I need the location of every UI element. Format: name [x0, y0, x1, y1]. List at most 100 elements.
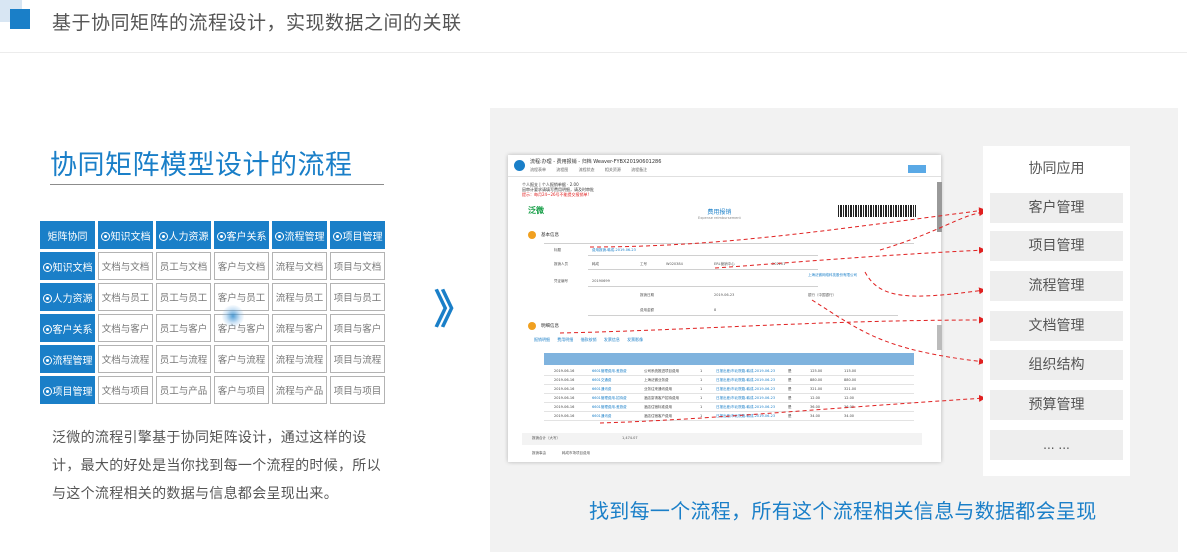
brand-logo: 泛微 [528, 206, 544, 215]
matrix-header-row: 矩阵协同 知识文档 人力资源 客户关系 流程管理 项目管理 [40, 221, 385, 249]
matrix-cell: 文档与流程 [98, 345, 153, 373]
matrix-row: 知识文档 文档与文档 员工与文档 客户与文档 流程与文档 项目与文档 [40, 252, 385, 280]
matrix-cell: 员工与文档 [156, 252, 211, 280]
section-badge-icon [528, 322, 536, 330]
matrix-row-header: 知识文档 [40, 252, 95, 280]
circle-bullet-icon [158, 231, 168, 241]
field-title-value[interactable]: 费用报销-韩成-2019-06-23 [592, 248, 636, 253]
warning-text: 提示：每月24~26号不能提交报销单! [522, 192, 590, 197]
matrix-cell: 项目与流程 [330, 345, 385, 373]
matrix-cell: 文档与员工 [98, 283, 153, 311]
matrix-cell: 文档与项目 [98, 376, 153, 404]
table-row[interactable]: 2019-06-16 6601通讯费 酒店住宿客户费用 1 日报出差/市北院路-… [544, 412, 914, 421]
circle-bullet-icon [42, 386, 52, 396]
apps-title: 协同应用 [1028, 161, 1085, 177]
description-text: 泛微的流程引擎基于协同矩阵设计，通过这样的设计，最大的好处是当你找到每一个流程的… [52, 430, 381, 502]
matrix-cell: 项目与文档 [330, 252, 385, 280]
detail-subtab[interactable]: 报销明细 [534, 337, 550, 342]
matrix-cell: 客户与流程 [214, 345, 269, 373]
table-row[interactable]: 2019-06-16 6601管理费用-差旅费 酒店住宿标准费用 1 日报出差/… [544, 403, 914, 412]
form-tab[interactable]: 流程表单 [530, 167, 546, 172]
circle-bullet-icon [42, 293, 52, 303]
matrix-cell: 员工与流程 [156, 345, 211, 373]
matrix-cell: 客户与文档 [214, 252, 269, 280]
matrix-col-header: 知识文档 [98, 221, 153, 249]
form-tab[interactable]: 流程备注 [631, 167, 647, 172]
form-scrollbar-thumb[interactable] [937, 182, 942, 232]
detail-subtab[interactable]: 发票信息 [604, 337, 620, 342]
section-title: 协同矩阵模型设计的流程 [50, 150, 353, 181]
matrix-cell: 员工与员工 [156, 283, 211, 311]
submit-button[interactable] [908, 165, 926, 173]
document-title: 费用报销 Expense reimbursement [698, 209, 741, 220]
matrix-row-header: 人力资源 [40, 283, 95, 311]
remark-row: 报销事由 韩成市场项目费用 [522, 448, 922, 460]
circle-bullet-icon [42, 262, 52, 272]
form-scrollbar-thumb[interactable] [937, 325, 942, 350]
app-project-management[interactable]: 项目管理 [990, 231, 1123, 261]
matrix-row: 客户关系 文档与客户 员工与客户 客户与客户 流程与客户 项目与客户 [40, 314, 385, 342]
matrix-row-header: 客户关系 [40, 314, 95, 342]
matrix-row: 项目管理 文档与项目 员工与产品 客户与项目 流程与产品 项目与项目 [40, 376, 385, 404]
matrix-cell: 文档与客户 [98, 314, 153, 342]
app-customer-management[interactable]: 客户管理 [990, 193, 1123, 223]
form-divider [544, 243, 914, 244]
workflow-form-screenshot: 流程:办理 - 费用报销 - 归档 Weaver-FYBX20190601286… [508, 155, 941, 462]
section-basic-info: 基本信息 [541, 233, 559, 238]
circle-bullet-icon [42, 355, 52, 365]
double-chevron-right-icon: 》 [434, 287, 474, 333]
barcode [838, 205, 916, 217]
app-more[interactable]: ... ... [990, 430, 1123, 460]
matrix-cell: 客户与客户 [214, 314, 269, 342]
form-window-title: 流程:办理 - 费用报销 - 归档 Weaver-FYBX20190601286 [530, 159, 662, 165]
app-organization-structure[interactable]: 组织结构 [990, 350, 1123, 380]
matrix-row-header: 项目管理 [40, 376, 95, 404]
page-title: 基于协同矩阵的流程设计，实现数据之间的关联 [52, 12, 462, 34]
circle-bullet-icon [274, 231, 284, 241]
detail-subtabs: 报销明细 费用明细 借款核销 发票信息 发票影像 [534, 337, 649, 343]
circle-bullet-icon [42, 324, 52, 334]
section-title-underline [50, 184, 384, 185]
matrix-cell: 员工与客户 [156, 314, 211, 342]
circle-bullet-icon [332, 231, 342, 241]
circle-bullet-icon [216, 231, 226, 241]
matrix-cell: 员工与产品 [156, 376, 211, 404]
header-square-icon [10, 9, 30, 29]
form-tab[interactable]: 流程图 [556, 167, 568, 172]
matrix-cell: 客户与项目 [214, 376, 269, 404]
caption-text: 找到每一个流程，所有这个流程相关信息与数据都会呈现 [589, 499, 1097, 523]
matrix-cell: 项目与员工 [330, 283, 385, 311]
table-row[interactable]: 2019-06-16 6601交通费 上海泛微业务费 1 日报出差/市北院路-韩… [544, 376, 914, 385]
matrix-cell: 客户与员工 [214, 283, 269, 311]
section-badge-icon [528, 231, 536, 239]
app-logo-icon [514, 160, 525, 171]
matrix-row: 流程管理 文档与流程 员工与流程 客户与流程 流程与流程 项目与流程 [40, 345, 385, 373]
table-row[interactable]: 2019-06-16 6601管理费用-招待费 酒店宴请客户招待费用 1 日报出… [544, 394, 914, 403]
section-detail-info: 明细信息 [541, 324, 559, 329]
form-tab[interactable]: 流程状态 [579, 167, 595, 172]
form-tab[interactable]: 相关资源 [605, 167, 621, 172]
detail-subtab[interactable]: 借款核销 [581, 337, 597, 342]
matrix-corner: 矩阵协同 [40, 221, 95, 249]
matrix-col-header: 流程管理 [272, 221, 327, 249]
header-divider [0, 52, 1187, 53]
form-meta: 个人报支 | 个人报销单据 · 2.00 因审计要求请填写费用明细，请及时审批 … [522, 182, 594, 197]
collaboration-matrix: 矩阵协同 知识文档 人力资源 客户关系 流程管理 项目管理 知识文档 文档与文档… [37, 218, 388, 407]
table-row[interactable]: 2019-06-16 6601通讯费 业务往来通讯费用 1 日报出差/市北院路-… [544, 385, 914, 394]
detail-table-header [544, 353, 914, 365]
matrix-cell: 文档与文档 [98, 252, 153, 280]
circle-bullet-icon [100, 231, 110, 241]
matrix-cell: 项目与客户 [330, 314, 385, 342]
matrix-col-header: 人力资源 [156, 221, 211, 249]
detail-subtab[interactable]: 发票影像 [627, 337, 643, 342]
matrix-col-header: 客户关系 [214, 221, 269, 249]
app-budget-management[interactable]: 预算管理 [990, 390, 1123, 420]
matrix-cell: 流程与流程 [272, 345, 327, 373]
matrix-cell: 流程与员工 [272, 283, 327, 311]
detail-subtab[interactable]: 费用明细 [557, 337, 573, 342]
table-row[interactable]: 2019-06-16 6601管理费用-差旅费 公司系统推进项目费用 1 日报出… [544, 367, 914, 376]
app-document-management[interactable]: 文档管理 [990, 311, 1123, 341]
matrix-cell: 流程与文档 [272, 252, 327, 280]
app-process-management[interactable]: 流程管理 [990, 271, 1123, 301]
matrix-row-header: 流程管理 [40, 345, 95, 373]
